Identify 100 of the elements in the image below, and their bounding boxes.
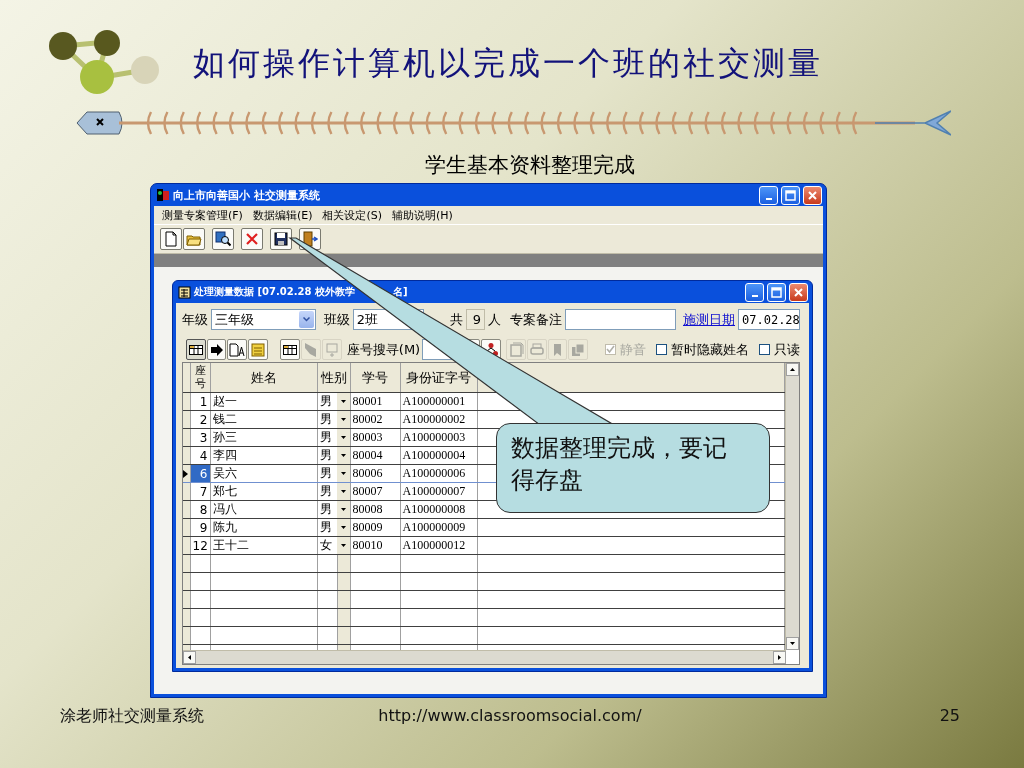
callout-note: 数据整理完成，要记得存盘	[496, 423, 770, 513]
table-cell: 80006	[350, 464, 400, 483]
table-cell: 80001	[350, 392, 400, 411]
note-field[interactable]	[564, 309, 677, 330]
caret-icon	[340, 454, 346, 457]
file-icon	[324, 341, 341, 358]
table-cell: A100000006	[400, 464, 477, 483]
date-field[interactable]: 07.02.28	[738, 309, 800, 330]
printer-icon	[528, 341, 545, 358]
table-cell: 12	[190, 536, 210, 555]
table-cell: 4	[190, 446, 210, 465]
scroll-up-icon	[790, 368, 795, 371]
scroll-down-icon	[790, 642, 795, 645]
table-cell: 2	[190, 410, 210, 429]
scroll-left-icon	[188, 655, 191, 660]
row-pointer-icon	[183, 469, 188, 478]
maximize-icon	[771, 286, 782, 298]
calculator-icon	[178, 285, 191, 299]
table-cell: 80007	[350, 482, 400, 501]
checkbox-label: 暂时隐藏姓名	[670, 340, 749, 359]
open-button[interactable]	[183, 228, 205, 250]
table-cell: A100000001	[400, 392, 477, 411]
column-header: 学号	[350, 363, 400, 393]
table-cell: A100000009	[400, 518, 477, 537]
grid-view-button[interactable]	[185, 339, 206, 360]
date-link[interactable]: 施测日期	[683, 310, 735, 329]
table-cell: A100000004	[400, 446, 477, 465]
table-cell: 80009	[350, 518, 400, 537]
table-cell: 3	[190, 428, 210, 447]
minimize-button[interactable]	[759, 185, 778, 205]
scrollbar[interactable]	[183, 650, 786, 664]
column-header: 性别	[317, 363, 350, 393]
document-button[interactable]	[227, 339, 248, 360]
copy-icon	[570, 341, 587, 358]
menu-item[interactable]: 辅助说明(H)	[387, 207, 458, 223]
slide-title: 如何操作计算机以完成一个班的社交测量	[193, 43, 823, 84]
maximize-button[interactable]	[767, 282, 786, 302]
table-button[interactable]	[280, 339, 301, 360]
caret-icon	[340, 490, 346, 493]
caret-icon	[340, 436, 346, 439]
count-field: 9	[466, 309, 485, 330]
scrollbar[interactable]	[785, 363, 799, 650]
minimize-icon	[751, 294, 758, 297]
cross-icon	[244, 231, 260, 247]
table-cell: A100000007	[400, 482, 477, 501]
table-cell: A100000002	[400, 410, 477, 429]
table-cell: 7	[190, 482, 210, 501]
slide-subtitle: 学生基本资料整理完成	[425, 153, 635, 177]
door-icon	[302, 231, 318, 247]
table-cell: 李四	[210, 446, 317, 465]
maximize-button[interactable]	[781, 185, 800, 205]
close-button[interactable]	[803, 185, 822, 205]
field-label: 年级	[182, 310, 208, 329]
table-cell: 9	[190, 518, 210, 537]
table-cell: 王十二	[210, 536, 317, 555]
minimize-button[interactable]	[745, 282, 764, 302]
save-button[interactable]	[270, 228, 292, 250]
close-button[interactable]	[789, 282, 808, 302]
table-cell: 郑七	[210, 482, 317, 501]
field-label: 专案备注	[509, 310, 562, 329]
menu-item[interactable]: 相关设定(S)	[317, 207, 388, 223]
caret-icon	[340, 472, 346, 475]
table-cell: 孙三	[210, 428, 317, 447]
find-button[interactable]	[212, 228, 234, 250]
table-cell: 80010	[350, 536, 400, 555]
caret-icon	[340, 526, 346, 529]
table-cell: 80003	[350, 428, 400, 447]
caret-icon	[340, 544, 346, 547]
table-cell: 1	[190, 392, 210, 411]
close-icon	[807, 189, 818, 201]
table-cell: 钱二	[210, 410, 317, 429]
delete-button[interactable]	[241, 228, 263, 250]
field-label: 共	[450, 310, 464, 329]
table-cell: A100000003	[400, 428, 477, 447]
notepad-icon	[250, 341, 267, 358]
grade-dropdown[interactable]: 三年级	[211, 309, 316, 330]
maximize-icon	[785, 189, 796, 201]
caret-icon	[340, 400, 346, 403]
footer-url: http://www.classroomsocial.com/	[378, 705, 642, 727]
menu-item[interactable]: 数据编辑(E)	[247, 207, 318, 223]
menu-item[interactable]: 测量专案管理(F)	[157, 207, 248, 223]
scroll-right-icon	[778, 655, 781, 660]
magnifier-icon	[215, 231, 231, 247]
checkbox[interactable]	[655, 344, 667, 355]
checkbox-label: 静音	[619, 340, 646, 359]
document-icon	[229, 341, 246, 358]
document-icon	[163, 231, 179, 247]
field-label: 座号搜寻(M)	[346, 340, 421, 359]
arrow-icon	[208, 341, 225, 358]
window-title: 向上市向善国小 社交测量系统	[173, 187, 321, 203]
table-cell: 吴六	[210, 464, 317, 483]
caret-icon	[340, 418, 346, 421]
checkbox-label: 只读	[773, 340, 800, 359]
table-cell: 陈九	[210, 518, 317, 537]
arrow-button[interactable]	[206, 339, 227, 360]
table-cell: 8	[190, 500, 210, 519]
window-title: 处理测量数据 [07.02.28 校外教学	[194, 285, 355, 299]
field-label: 人	[488, 310, 501, 329]
checkbox[interactable]	[758, 344, 770, 355]
new-button[interactable]	[160, 228, 182, 250]
